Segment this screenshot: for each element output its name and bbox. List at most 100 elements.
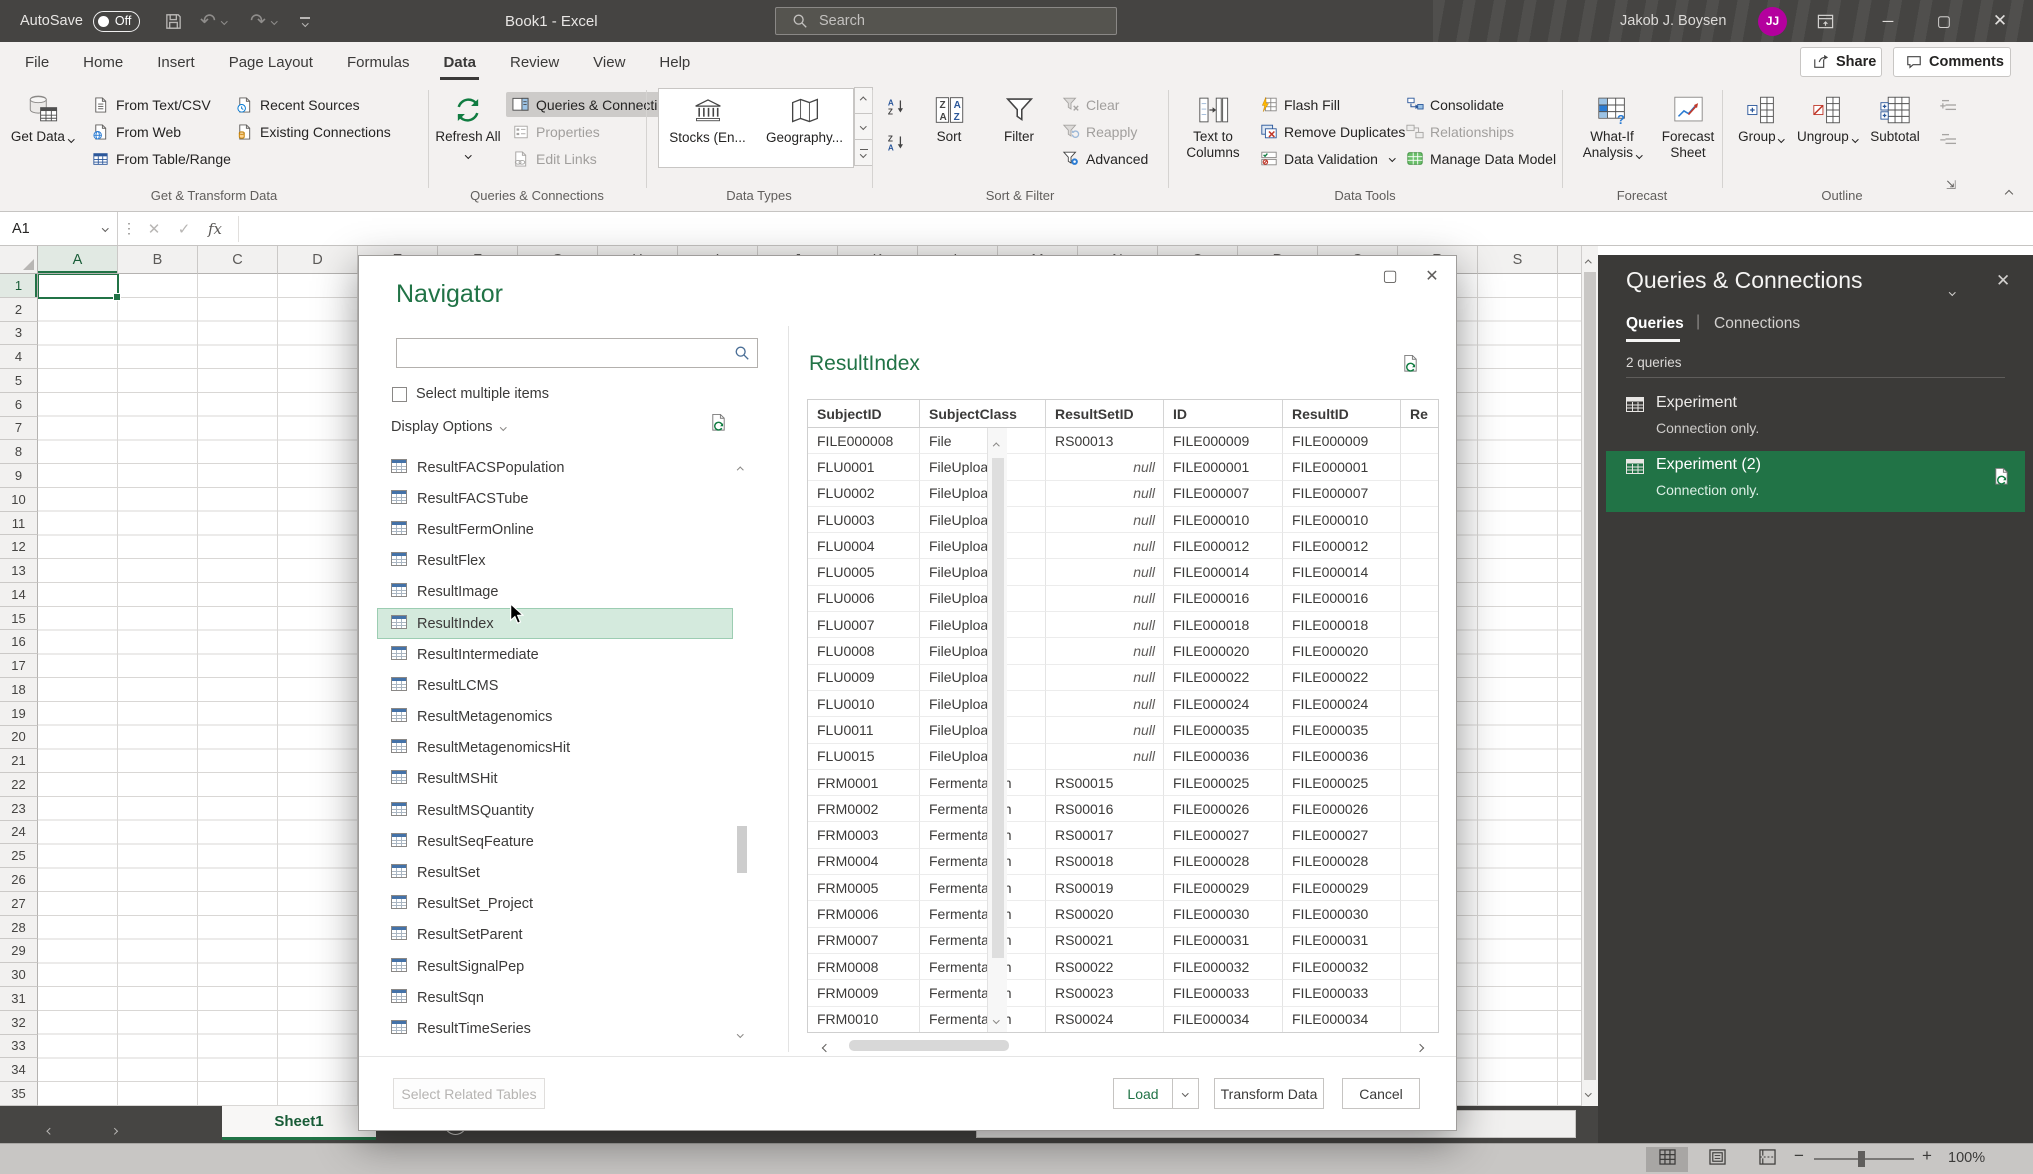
row-header-23[interactable]: 23 <box>0 796 38 821</box>
next-sheet-button[interactable] <box>111 1120 118 1138</box>
row-header-1[interactable]: 1 <box>0 274 38 298</box>
gallery-down-button[interactable] <box>854 113 873 140</box>
navigator-table-ResultIndex[interactable]: ResultIndex <box>377 607 733 640</box>
navigator-table-ResultFlex[interactable]: ResultFlex <box>377 546 733 577</box>
subtotal-button[interactable]: Subtotal <box>1862 86 1928 186</box>
manage-data-model-button[interactable]: Manage Data Model <box>1400 146 1561 171</box>
maximize-button[interactable]: ▢ <box>1922 0 1966 42</box>
navigator-list-scrollbar[interactable] <box>734 452 750 1046</box>
reapply-button[interactable]: Reapply <box>1056 119 1142 144</box>
navigator-table-ResultSet[interactable]: ResultSet <box>377 857 733 888</box>
recent-sources-button[interactable]: Recent Sources <box>230 92 365 117</box>
select-related-tables-button[interactable]: Select Related Tables <box>393 1078 545 1109</box>
ribbon-tab-insert[interactable]: Insert <box>140 42 212 82</box>
preview-refresh-icon[interactable] <box>1401 354 1420 377</box>
navigator-table-ResultImage[interactable]: ResultImage <box>377 577 733 608</box>
row-header-3[interactable]: 3 <box>0 321 38 346</box>
preview-horizontal-scrollbar[interactable] <box>807 1037 1439 1055</box>
row-header-33[interactable]: 33 <box>0 1034 38 1059</box>
column-header-C[interactable]: C <box>198 246 278 274</box>
navigator-table-ResultFermOnline[interactable]: ResultFermOnline <box>377 514 733 545</box>
row-header-19[interactable]: 19 <box>0 701 38 726</box>
flash-fill-button[interactable]: Flash Fill <box>1254 92 1345 117</box>
comments-button[interactable]: Comments <box>1893 47 2011 77</box>
search-input[interactable]: Search <box>775 7 1117 35</box>
forecast-sheet-button[interactable]: Forecast Sheet <box>1656 86 1720 186</box>
navigator-table-ResultIntermediate[interactable]: ResultIntermediate <box>377 639 733 670</box>
navigator-table-ResultMSQuantity[interactable]: ResultMSQuantity <box>377 795 733 826</box>
row-header-13[interactable]: 13 <box>0 559 38 583</box>
load-split-arrow[interactable] <box>1172 1078 1199 1109</box>
consolidate-button[interactable]: Consolidate <box>1400 92 1509 117</box>
navigator-table-ResultLCMS[interactable]: ResultLCMS <box>377 670 733 701</box>
column-header-S[interactable]: S <box>1478 246 1558 274</box>
relationships-button[interactable]: Relationships <box>1400 119 1519 144</box>
row-header-15[interactable]: 15 <box>0 606 38 631</box>
ribbon-tab-view[interactable]: View <box>576 42 642 82</box>
confirm-entry-button[interactable]: ✓ <box>170 212 198 245</box>
row-header-16[interactable]: 16 <box>0 630 38 655</box>
navigator-table-ResultSqn[interactable]: ResultSqn <box>377 982 733 1013</box>
row-header-34[interactable]: 34 <box>0 1058 38 1083</box>
row-header-6[interactable]: 6 <box>0 392 38 417</box>
undo-button[interactable]: ↶ <box>200 0 228 42</box>
navigator-table-ResultMetagenomics[interactable]: ResultMetagenomics <box>377 702 733 733</box>
row-header-22[interactable]: 22 <box>0 773 38 797</box>
row-header-5[interactable]: 5 <box>0 369 38 393</box>
ribbon-display-options-button[interactable] <box>1816 0 1835 42</box>
formula-input[interactable] <box>240 212 2033 245</box>
row-header-30[interactable]: 30 <box>0 963 38 987</box>
previous-sheet-button[interactable] <box>47 1120 54 1138</box>
show-detail-button[interactable] <box>1934 92 1963 117</box>
row-header-14[interactable]: 14 <box>0 582 38 607</box>
save-button[interactable] <box>164 0 183 42</box>
hide-detail-button[interactable] <box>1934 126 1963 151</box>
row-header-10[interactable]: 10 <box>0 487 38 512</box>
data-validation-button[interactable]: Data Validation <box>1254 146 1399 171</box>
properties-button[interactable]: Properties <box>506 119 605 144</box>
row-header-11[interactable]: 11 <box>0 511 38 536</box>
navigator-table-ResultFACSTube[interactable]: ResultFACSTube <box>377 483 733 514</box>
navigator-table-ResultMetagenomicsHit[interactable]: ResultMetagenomicsHit <box>377 733 733 764</box>
close-button[interactable]: ✕ <box>1978 0 2022 42</box>
column-header-D[interactable]: D <box>278 246 358 274</box>
row-header-32[interactable]: 32 <box>0 1010 38 1035</box>
geography-data-type[interactable]: Geography... <box>756 89 853 167</box>
from-web-button[interactable]: From Web <box>86 119 186 144</box>
scrollbar-thumb[interactable] <box>1584 272 1596 1080</box>
what-if-analysis-button[interactable]: ? What-If Analysis <box>1570 86 1654 186</box>
gallery-up-button[interactable] <box>854 87 873 114</box>
navigator-table-ResultSetParent[interactable]: ResultSetParent <box>377 920 733 951</box>
normal-view-button[interactable] <box>1646 1147 1688 1172</box>
zoom-in-button[interactable]: + <box>1922 1146 1932 1166</box>
page-break-view-button[interactable] <box>1746 1147 1788 1172</box>
sheet-tab-sheet1[interactable]: Sheet1 <box>222 1106 376 1140</box>
navigator-table-ResultSignalPep[interactable]: ResultSignalPep <box>377 951 733 982</box>
row-header-31[interactable]: 31 <box>0 986 38 1011</box>
autosave-toggle[interactable]: AutoSave Off <box>20 0 141 42</box>
cancel-button[interactable]: Cancel <box>1342 1078 1420 1109</box>
ribbon-tab-formulas[interactable]: Formulas <box>330 42 427 82</box>
tab-queries[interactable]: Queries <box>1626 315 1684 333</box>
row-header-17[interactable]: 17 <box>0 654 38 679</box>
navigator-table-ResultMSHit[interactable]: ResultMSHit <box>377 764 733 795</box>
query-item-experiment-2-[interactable]: Experiment (2) Connection only. <box>1606 451 2025 512</box>
text-to-columns-button[interactable]: Text to Columns <box>1176 86 1250 186</box>
dialog-close-button[interactable]: ✕ <box>1419 264 1445 288</box>
transform-data-button[interactable]: Transform Data <box>1214 1078 1324 1109</box>
minimize-button[interactable]: ─ <box>1866 0 1910 42</box>
outline-dialog-launcher[interactable]: ⇲ <box>1946 178 1956 192</box>
share-button[interactable]: Share <box>1800 47 1882 77</box>
ribbon-tab-data[interactable]: Data <box>426 42 493 82</box>
sort-ascending-button[interactable]: AZ <box>882 94 911 119</box>
row-header-29[interactable]: 29 <box>0 939 38 964</box>
collapse-ribbon-button[interactable] <box>2004 184 2014 202</box>
navigator-table-ResultFACSPopulation[interactable]: ResultFACSPopulation <box>377 452 733 483</box>
load-button[interactable]: Load <box>1113 1078 1173 1109</box>
tab-connections[interactable]: Connections <box>1714 315 1800 333</box>
navigator-table-ResultSeqFeature[interactable]: ResultSeqFeature <box>377 826 733 857</box>
sort-button[interactable]: Z A A Z Sort <box>918 86 980 186</box>
row-header-12[interactable]: 12 <box>0 535 38 560</box>
row-header-24[interactable]: 24 <box>0 820 38 845</box>
cancel-entry-button[interactable]: ✕ <box>140 212 168 245</box>
